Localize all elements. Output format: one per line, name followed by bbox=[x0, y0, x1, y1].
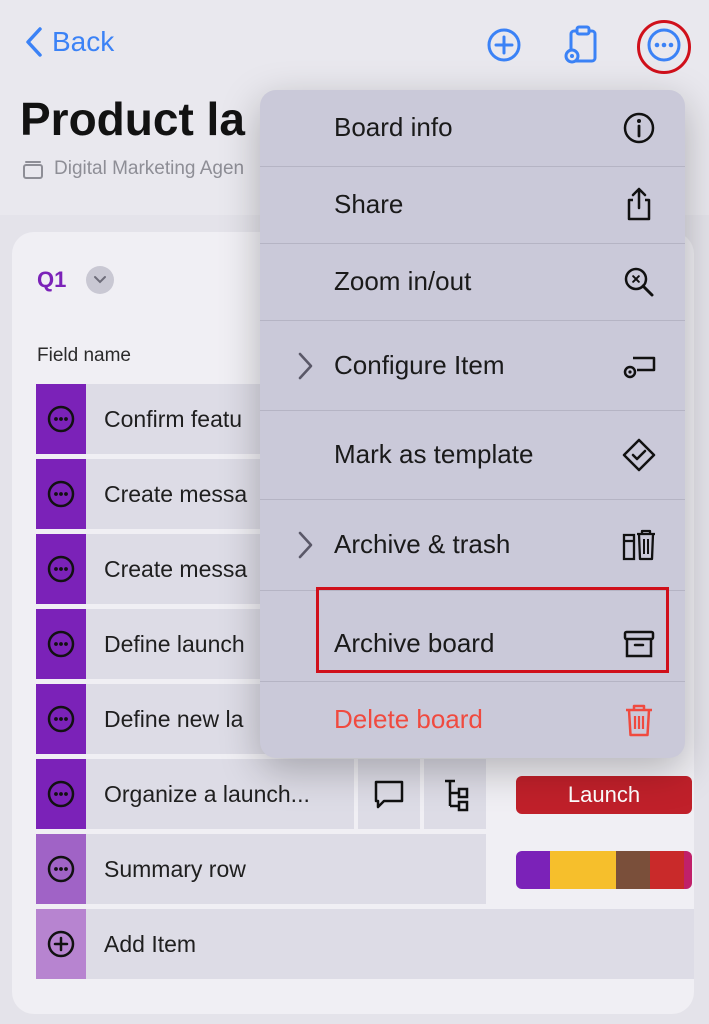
summary-menu-button[interactable] bbox=[36, 834, 86, 904]
group-collapse-button[interactable] bbox=[86, 266, 115, 294]
more-circle-icon bbox=[47, 630, 75, 658]
menu-item-archive-board[interactable]: Archive board bbox=[260, 591, 685, 681]
row-menu-button[interactable] bbox=[36, 609, 86, 679]
menu-item-label: Configure Item bbox=[334, 350, 505, 380]
more-circle-icon bbox=[47, 780, 75, 808]
more-circle-icon bbox=[47, 705, 75, 733]
group-label: Q1 bbox=[37, 267, 67, 292]
summary-row: Summary row bbox=[36, 834, 694, 904]
add-item-button[interactable] bbox=[36, 909, 86, 979]
subitems-tree-icon bbox=[445, 779, 469, 812]
archive-box-icon bbox=[623, 630, 655, 658]
status-label[interactable]: Launch bbox=[516, 776, 692, 814]
menu-item-archive-trash[interactable]: Archive & trash bbox=[260, 500, 685, 590]
more-button-highlight bbox=[637, 20, 691, 74]
workspace-name: Digital Marketing Agen bbox=[54, 158, 245, 179]
row-menu-button[interactable] bbox=[36, 384, 86, 454]
row-menu-button[interactable] bbox=[36, 684, 86, 754]
page-title: Product la bbox=[20, 93, 245, 145]
comments-cell[interactable] bbox=[358, 759, 420, 829]
clipboard-gear-icon bbox=[564, 25, 597, 64]
menu-item-mark-as-template[interactable]: Mark as template bbox=[260, 411, 685, 499]
summary-row-title: Summary row bbox=[86, 834, 486, 904]
menu-item-zoom[interactable]: Zoom in/out bbox=[260, 244, 685, 320]
workspace-icon bbox=[23, 161, 43, 179]
menu-item-label: Archive & trash bbox=[334, 529, 511, 559]
menu-item-label: Zoom in/out bbox=[334, 266, 472, 296]
group-header: Q1 bbox=[37, 266, 115, 294]
menu-item-label: Mark as template bbox=[334, 439, 534, 469]
menu-item-label: Archive board bbox=[334, 628, 495, 658]
menu-item-share[interactable]: Share bbox=[260, 167, 685, 243]
menu-item-label: Delete board bbox=[334, 704, 483, 734]
chevron-right-icon bbox=[298, 531, 313, 559]
menu-item-board-info[interactable]: Board info bbox=[260, 90, 685, 166]
board-settings-button[interactable] bbox=[560, 24, 602, 66]
chevron-down-icon bbox=[94, 276, 107, 284]
chevron-right-icon bbox=[298, 352, 313, 380]
more-circle-icon bbox=[47, 480, 75, 508]
row-menu-button[interactable] bbox=[36, 759, 86, 829]
board-options-menu: Board info Share Zoom in/out Configure I… bbox=[260, 90, 685, 758]
back-button[interactable]: Back bbox=[24, 26, 114, 58]
menu-item-label: Share bbox=[334, 189, 404, 219]
chevron-left-icon bbox=[26, 27, 42, 57]
subitems-cell[interactable] bbox=[424, 759, 486, 829]
menu-item-configure-item[interactable]: Configure Item bbox=[260, 322, 685, 410]
workspace-breadcrumb[interactable]: Digital Marketing Agen bbox=[22, 158, 244, 180]
plus-circle-icon bbox=[47, 930, 75, 958]
add-button[interactable] bbox=[483, 24, 525, 66]
trash-icon bbox=[626, 704, 652, 737]
menu-item-label: Board info bbox=[334, 112, 453, 142]
plus-circle-icon bbox=[487, 28, 521, 62]
info-icon bbox=[623, 112, 655, 144]
template-icon bbox=[622, 438, 656, 472]
zoom-icon bbox=[624, 267, 654, 297]
table-row[interactable]: Organize a launch... Launch bbox=[36, 759, 694, 829]
back-label: Back bbox=[52, 26, 115, 57]
more-circle-icon bbox=[47, 855, 75, 883]
comment-icon bbox=[374, 780, 404, 809]
more-circle-icon bbox=[47, 405, 75, 433]
row-menu-button[interactable] bbox=[36, 534, 86, 604]
configure-icon bbox=[623, 356, 656, 379]
share-icon bbox=[627, 187, 651, 221]
row-menu-button[interactable] bbox=[36, 459, 86, 529]
menu-item-delete-board[interactable]: Delete board bbox=[260, 682, 685, 758]
add-item-label[interactable]: Add Item bbox=[86, 909, 694, 979]
status-summary-bar[interactable] bbox=[516, 851, 692, 889]
add-item-row[interactable]: Add Item bbox=[36, 909, 694, 979]
archive-trash-icon bbox=[622, 529, 655, 561]
column-header-field-name: Field name bbox=[37, 345, 131, 366]
row-title[interactable]: Organize a launch... bbox=[86, 759, 354, 829]
more-circle-icon bbox=[47, 555, 75, 583]
